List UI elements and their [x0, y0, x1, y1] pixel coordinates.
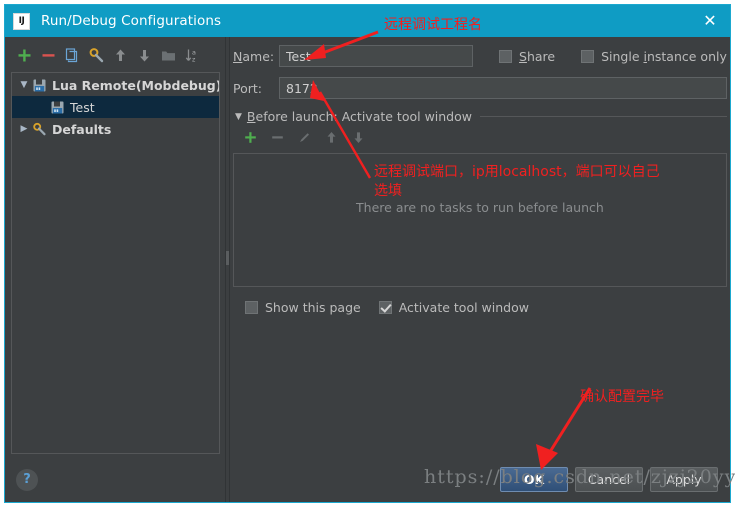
dialog-footer: OK Cancel Apply: [500, 467, 718, 492]
show-this-page-label: Show this page: [265, 300, 361, 315]
wrench-icon[interactable]: [88, 47, 105, 64]
pencil-icon: [297, 130, 314, 147]
tree-item-lua-remote[interactable]: ▼ Lua Remote(Mobdebug): [12, 74, 219, 96]
activate-tool-window-label: Activate tool window: [398, 300, 529, 315]
tree-item-label: Test: [70, 99, 95, 115]
arrow-down-icon[interactable]: [136, 47, 153, 64]
name-input[interactable]: [279, 45, 473, 67]
copy-icon[interactable]: [64, 47, 81, 64]
close-icon[interactable]: ✕: [699, 11, 721, 31]
intellij-logo-icon: IJ: [13, 12, 30, 30]
help-icon[interactable]: ?: [16, 469, 38, 491]
arrow-up-icon: [324, 130, 341, 147]
tree-item-label: Defaults: [52, 121, 112, 137]
cancel-button[interactable]: Cancel: [575, 467, 643, 492]
before-launch-toolbar: [233, 125, 727, 151]
show-this-page-checkbox-box[interactable]: [245, 301, 258, 314]
name-row: Name: Share Single instance only: [233, 45, 727, 67]
pane-splitter[interactable]: [224, 37, 231, 502]
arrow-up-icon[interactable]: [112, 47, 129, 64]
chevron-right-icon[interactable]: ▶: [16, 124, 32, 134]
splitter-grip[interactable]: [226, 251, 229, 265]
configurations-left-pane: a z ▼ Lua Remote(Mobdebug) Test ▶ Defaul…: [5, 37, 224, 502]
port-label: Port:: [233, 80, 262, 96]
plus-icon[interactable]: [243, 130, 260, 147]
chevron-down-icon[interactable]: ▼: [235, 112, 242, 122]
single-instance-checkbox[interactable]: Single instance only: [581, 49, 727, 64]
dialog-titlebar: IJ Run/Debug Configurations ✕: [5, 5, 730, 37]
activate-tool-window-checkbox[interactable]: Activate tool window: [378, 300, 529, 315]
plus-icon[interactable]: [16, 47, 33, 64]
single-instance-checkbox-box[interactable]: [581, 49, 595, 63]
tree-item-test[interactable]: Test: [12, 96, 219, 118]
single-instance-label: Single instance only: [601, 48, 727, 64]
tree-item-label: Lua Remote(Mobdebug): [52, 77, 220, 93]
before-launch-title: Before launch: Activate tool window: [246, 109, 472, 124]
share-label: Share: [519, 48, 556, 64]
empty-task-message: There are no tasks to run before launch: [356, 200, 604, 215]
apply-button[interactable]: Apply: [650, 467, 718, 492]
sort-alpha-icon[interactable]: a z: [184, 47, 201, 64]
run-debug-configurations-dialog: IJ Run/Debug Configurations ✕ a z ▼ Lua …: [4, 4, 731, 503]
port-input[interactable]: [279, 77, 727, 99]
minus-icon: [270, 130, 287, 147]
before-launch-options: Show this page Activate tool window: [233, 300, 727, 315]
arrow-down-icon: [351, 130, 368, 147]
screenshot-root: IJ Run/Debug Configurations ✕ a z ▼ Lua …: [0, 0, 735, 507]
before-launch-task-list[interactable]: There are no tasks to run before launch: [233, 153, 727, 287]
lua-remote-icon: [50, 100, 70, 115]
folder-icon[interactable]: [160, 47, 177, 64]
configuration-editor-pane: Name: Share Single instance only Port:: [231, 37, 735, 502]
configurations-toolbar: a z: [9, 43, 224, 67]
section-divider: [480, 116, 727, 117]
configurations-tree[interactable]: ▼ Lua Remote(Mobdebug) Test ▶ Defaults: [11, 72, 220, 454]
dialog-title: Run/Debug Configurations: [41, 13, 222, 29]
wrench-icon: [32, 122, 52, 137]
before-launch-header: ▼ Before launch: Activate tool window: [233, 109, 727, 124]
show-this-page-checkbox[interactable]: Show this page: [245, 300, 361, 315]
dialog-body: a z ▼ Lua Remote(Mobdebug) Test ▶ Defaul…: [5, 37, 730, 502]
tree-item-defaults[interactable]: ▶ Defaults: [12, 118, 219, 140]
lua-remote-icon: [32, 78, 52, 93]
name-label: Name:: [233, 48, 275, 64]
port-row: Port:: [233, 77, 727, 99]
activate-tool-window-checkbox-box[interactable]: [378, 301, 392, 314]
ok-button[interactable]: OK: [500, 467, 568, 492]
share-checkbox-box[interactable]: [499, 49, 512, 63]
minus-icon[interactable]: [40, 47, 57, 64]
share-checkbox[interactable]: Share: [499, 49, 555, 64]
chevron-down-icon[interactable]: ▼: [16, 80, 32, 90]
